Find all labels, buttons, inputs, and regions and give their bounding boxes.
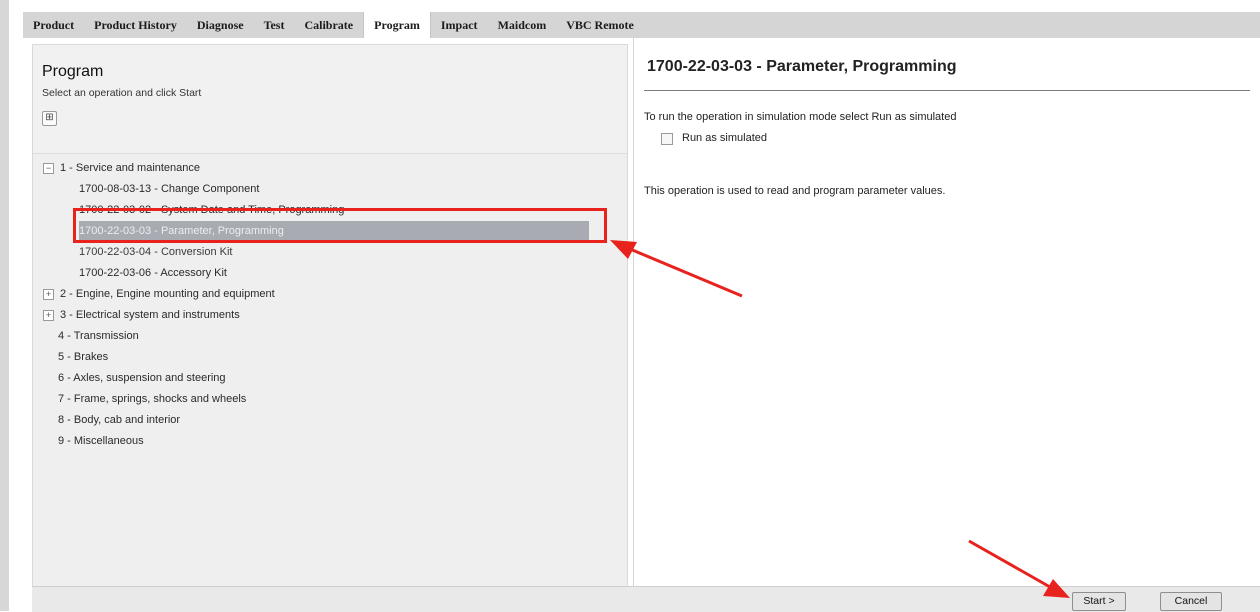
app-window: Product Product History Diagnose Test Ca… bbox=[0, 0, 1260, 612]
arrow-to-start-button bbox=[968, 539, 1070, 598]
annotation-arrows bbox=[610, 240, 1070, 598]
arrow-to-selection bbox=[610, 240, 743, 298]
